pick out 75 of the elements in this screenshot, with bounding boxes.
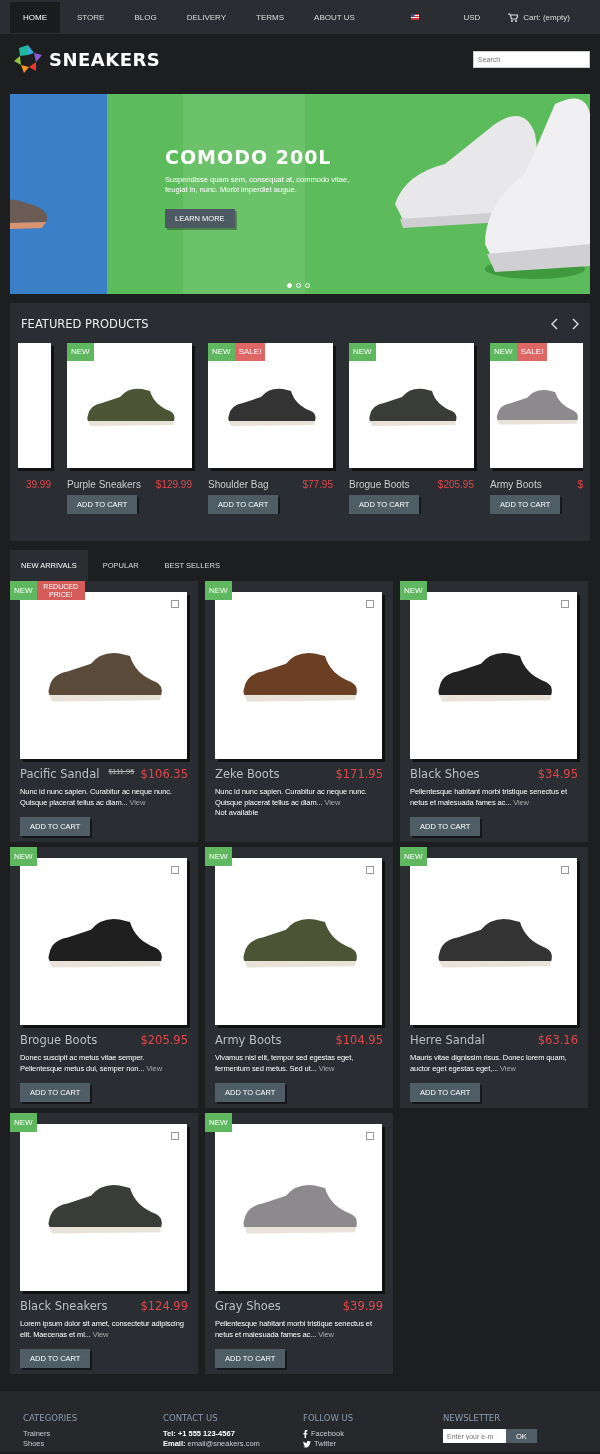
section-title: FEATURED PRODUCTS	[21, 317, 149, 331]
product-price: $63.16	[537, 1033, 578, 1047]
cart-link[interactable]: Cart: (empty)	[508, 12, 570, 22]
product-photo[interactable]	[20, 1124, 187, 1291]
slide-title: COMODO 200L	[165, 146, 333, 168]
nav-link[interactable]: DELIVERY	[173, 1, 240, 33]
product-badge: NEW	[67, 343, 94, 361]
product-price: $77.95	[302, 478, 333, 490]
product-price: $	[577, 478, 583, 490]
product-badge: NEW	[10, 847, 37, 866]
nav-link[interactable]: BLOG	[121, 1, 170, 33]
product-price: $124.99	[140, 1299, 188, 1313]
compare-checkbox[interactable]	[561, 866, 569, 874]
footer-heading: NEWSLETTER	[443, 1413, 502, 1423]
compare-checkbox[interactable]	[366, 1132, 374, 1140]
footer-heading: CONTACT US	[163, 1413, 219, 1423]
product-name[interactable]: Army Boots	[215, 1033, 282, 1047]
product-badge: SALE!	[234, 343, 266, 361]
product-badge: NEW	[349, 343, 376, 361]
bird-icon	[303, 1440, 311, 1448]
product-name[interactable]: Army Boots	[490, 478, 542, 490]
product-name[interactable]: Brogue Boots	[20, 1033, 98, 1047]
flag-icon[interactable]	[411, 14, 420, 20]
product-photo[interactable]	[410, 858, 577, 1025]
product-name[interactable]: Black Sneakers	[20, 1299, 108, 1313]
product-name[interactable]: Black Shoes	[410, 767, 480, 781]
facebook-icon	[303, 1430, 308, 1438]
product-price: $34.95	[537, 767, 578, 781]
compare-checkbox[interactable]	[171, 600, 179, 608]
product-photo[interactable]	[20, 858, 187, 1025]
product-name[interactable]: Pacific Sandal	[20, 767, 100, 781]
product-price: $106.35	[140, 767, 188, 781]
product-photo[interactable]	[410, 592, 577, 759]
product-photo[interactable]	[215, 858, 382, 1025]
product-photo[interactable]	[20, 592, 187, 759]
nav-link[interactable]: HOME	[10, 1, 60, 33]
compare-checkbox[interactable]	[171, 1132, 179, 1140]
product-badge: NEW	[10, 581, 37, 600]
currency-selector[interactable]: USD	[463, 12, 481, 22]
product-price: $104.95	[335, 1033, 383, 1047]
product-name[interactable]: Zeke Boots	[215, 767, 280, 781]
nav-link[interactable]: STORE	[64, 1, 118, 33]
product-price: $129.99	[155, 478, 192, 490]
footer-heading: FOLLOW US	[303, 1413, 355, 1423]
product-badge: NEW	[208, 343, 235, 361]
product-badge: NEW	[205, 581, 232, 600]
product-price: $205.95	[140, 1033, 188, 1047]
product-badge: SALE!	[516, 343, 548, 361]
product-badge: NEW	[205, 1113, 232, 1132]
product-badge: NEW	[490, 343, 517, 361]
compare-checkbox[interactable]	[171, 866, 179, 874]
logo-text[interactable]: SNEAKERS	[49, 48, 161, 70]
product-price: 39.99	[25, 478, 51, 490]
product-badge: NEW	[205, 847, 232, 866]
product-photo[interactable]	[215, 592, 382, 759]
product-price: $39.99	[342, 1299, 383, 1313]
product-name[interactable]: Purple Sneakers	[67, 478, 141, 490]
compare-checkbox[interactable]	[366, 866, 374, 874]
product-price: $171.95	[335, 767, 383, 781]
product-name[interactable]: Gray Shoes	[215, 1299, 281, 1313]
logo-icon[interactable]	[14, 45, 42, 73]
nav-link[interactable]: ABOUT US	[301, 1, 368, 33]
product-name[interactable]: Shoulder Bag	[208, 478, 269, 490]
footer-heading: CATEGORIES	[23, 1413, 79, 1423]
product-price: $205.95	[437, 478, 474, 490]
product-badge: NEW	[400, 581, 427, 600]
product-badge: NEW	[400, 847, 427, 866]
product-name[interactable]: Herre Sandal	[410, 1033, 485, 1047]
product-badge: NEW	[10, 1113, 37, 1132]
slider-dot[interactable]	[287, 283, 292, 288]
product-name[interactable]: Brogue Boots	[349, 478, 410, 490]
compare-checkbox[interactable]	[366, 600, 374, 608]
compare-checkbox[interactable]	[561, 600, 569, 608]
cart-icon	[508, 12, 519, 22]
nav-link[interactable]: TERMS	[243, 1, 298, 33]
